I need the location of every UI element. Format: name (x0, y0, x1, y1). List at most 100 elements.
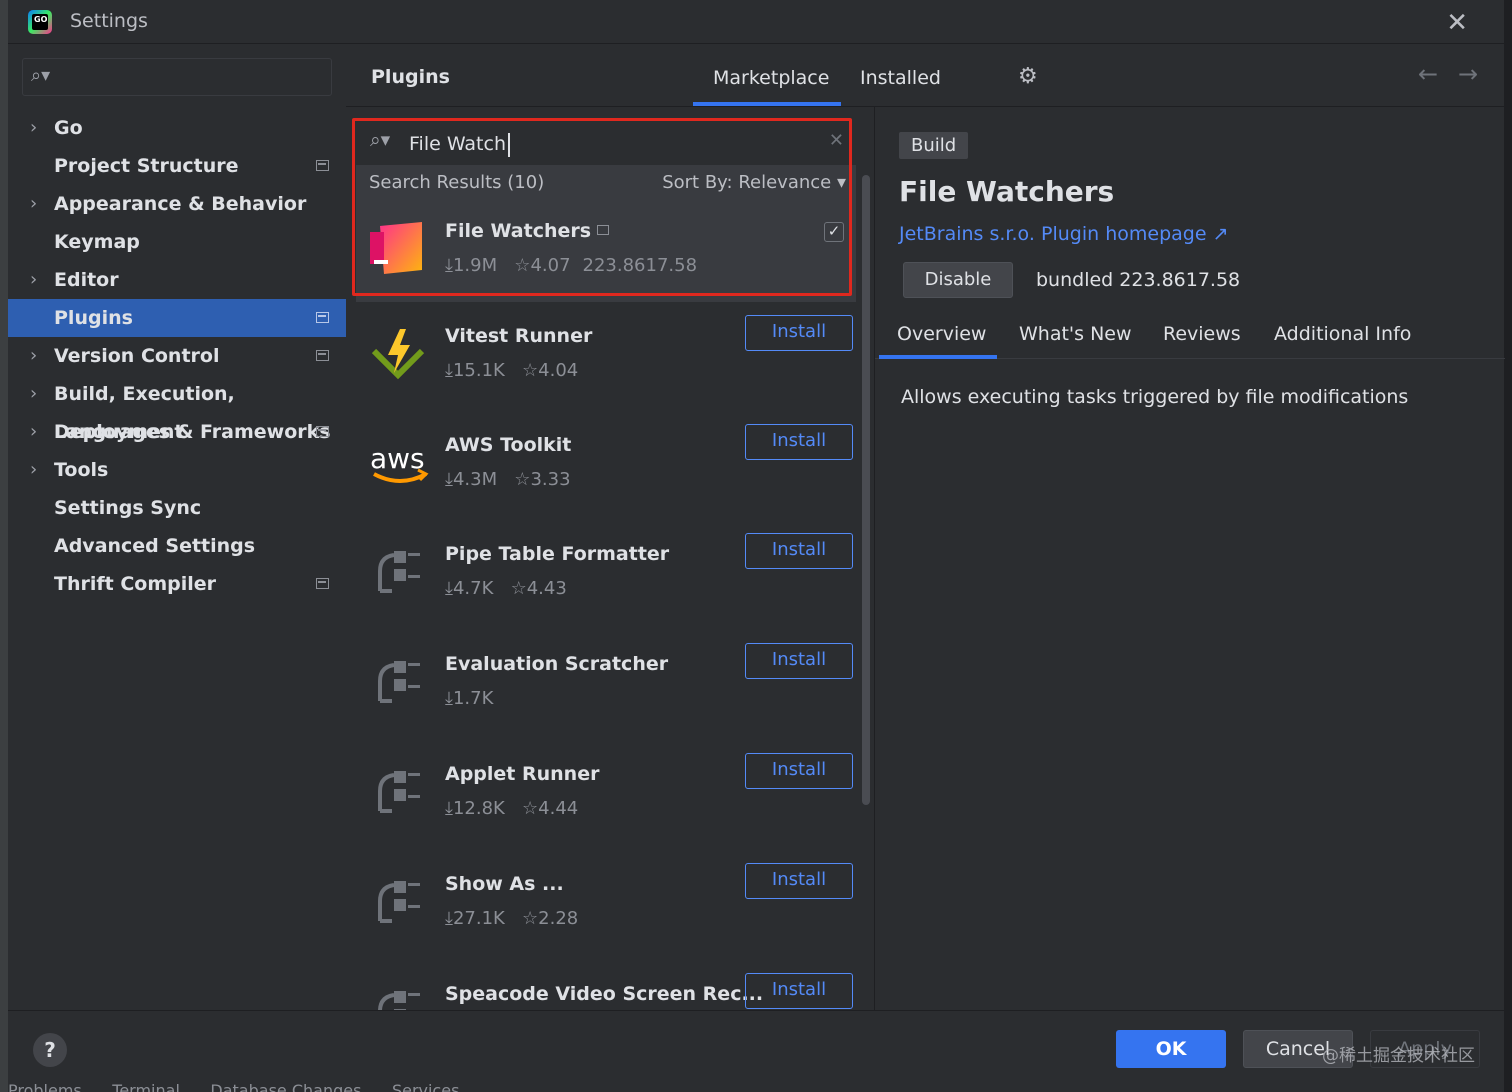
plugin-name-text: Evaluation Scratcher (445, 653, 669, 675)
rating-value: 4.43 (526, 578, 567, 599)
sidebar-item[interactable]: › Editor (8, 261, 346, 299)
settings-tree: › Go Project Structure › Appearance & Behavi… (8, 109, 346, 603)
settings-search-input[interactable]: ⌕▾ (22, 58, 332, 96)
install-button[interactable]: Install (745, 753, 853, 789)
star-icon: ☆ (497, 469, 531, 490)
plugin-list-item[interactable]: Pipe Table Formatter ⤓4.7K ☆4.43 Install (356, 525, 856, 625)
plugin-plug-icon (370, 983, 426, 1010)
gear-icon[interactable]: ⚙ (1018, 64, 1038, 89)
star-icon: ☆ (493, 578, 527, 599)
sidebar-item-label: Tools (54, 459, 109, 481)
plugin-list-item[interactable]: Applet Runner ⤓12.8K ☆4.44 Install (356, 745, 856, 845)
tab-whats-new[interactable]: What's New (1019, 323, 1132, 345)
sidebar-item[interactable]: Thrift Compiler (8, 565, 346, 603)
sidebar-item-label: Thrift Compiler (54, 573, 217, 595)
download-count-value: 1.7K (452, 688, 494, 709)
highlight-annotation-frame (352, 118, 852, 296)
tab-overview[interactable]: Overview (897, 323, 986, 345)
sidebar-item-label: Go (54, 117, 83, 139)
star-icon: ☆ (504, 360, 539, 381)
plugin-list-scrollbar[interactable] (862, 175, 870, 805)
download-count: ⤓15.1K (445, 360, 505, 381)
star-icon: ☆ (504, 908, 539, 929)
plugin-meta: ⤓27.1K ☆2.28 (445, 908, 578, 929)
download-count: ⤓4.3M (445, 469, 497, 490)
close-icon[interactable]: ✕ (1446, 8, 1468, 38)
sidebar-item[interactable]: Advanced Settings (8, 527, 346, 565)
install-button[interactable]: Install (745, 643, 853, 679)
plugin-name: Pipe Table Formatter (445, 543, 669, 565)
sidebar-item[interactable]: › Go (8, 109, 346, 147)
sidebar-item[interactable]: Settings Sync (8, 489, 346, 527)
tab-additional-info[interactable]: Additional Info (1274, 323, 1411, 345)
ok-button[interactable]: OK (1116, 1030, 1226, 1068)
plugin-meta: ⤓4.3M ☆3.33 (445, 469, 571, 490)
sidebar-item[interactable]: › Build, Execution, Deployment (8, 375, 346, 443)
sidebar-item[interactable]: › Appearance & Behavior (8, 185, 346, 223)
rating-value: 4.04 (538, 360, 579, 381)
install-button[interactable]: Install (745, 973, 853, 1009)
back-arrow-icon[interactable]: ← (1418, 60, 1438, 88)
plugin-list-item[interactable]: Speacode Video Screen Rec... Install (356, 965, 856, 1010)
tab-marketplace[interactable]: Marketplace (713, 67, 829, 89)
chevron-right-icon[interactable]: › (30, 451, 37, 489)
plugin-list-item[interactable]: aws AWS Toolkit ⤓4.3M ☆3.33 Install (356, 416, 856, 516)
plugins-header: Plugins Marketplace Installed ⚙ ← → (346, 44, 1504, 107)
detail-tabs: Overview What's New Reviews Additional I… (875, 315, 1505, 359)
rating-value: 2.28 (538, 908, 579, 929)
plugin-homepage-link[interactable]: Plugin homepage ↗ (1041, 223, 1228, 245)
chevron-right-icon[interactable]: › (30, 413, 37, 451)
download-count: ⤓27.1K (445, 908, 505, 929)
tab-marketplace-underline (693, 102, 841, 106)
sidebar-item[interactable]: › Version Control (8, 337, 346, 375)
plugin-list-item[interactable]: Vitest Runner ⤓15.1K ☆4.04 Install (356, 307, 856, 407)
install-button[interactable]: Install (745, 863, 853, 899)
sidebar-item[interactable]: Keymap (8, 223, 346, 261)
vendor-link[interactable]: JetBrains s.r.o. (899, 223, 1035, 245)
plugin-name: Speacode Video Screen Rec... (445, 983, 763, 1005)
rating: ☆2.28 (505, 908, 578, 929)
forward-arrow-icon[interactable]: → (1458, 60, 1478, 88)
settings-sidebar: ⌕▾ › Go Project Structure › Appearance & Beh… (8, 44, 346, 1010)
chevron-right-icon[interactable]: › (30, 261, 37, 299)
plugin-name-text: Vitest Runner (445, 325, 593, 347)
sidebar-item[interactable]: Plugins (8, 299, 346, 337)
plugin-meta: ⤓1.7K (445, 688, 493, 709)
chevron-right-icon[interactable]: › (30, 109, 37, 147)
sidebar-item[interactable]: › Languages & Frameworks (8, 413, 346, 451)
plugin-plug-icon (370, 543, 426, 599)
plugin-meta: ⤓15.1K ☆4.04 (445, 360, 578, 381)
chevron-right-icon[interactable]: › (30, 337, 37, 375)
sidebar-item[interactable]: › Tools (8, 451, 346, 489)
tab-installed[interactable]: Installed (860, 67, 941, 89)
watermark: @稀土掘金技术社区 (1322, 1046, 1475, 1066)
sidebar-item-label: Project Structure (54, 155, 239, 177)
title-bar: GO Settings ✕ (8, 0, 1504, 44)
chevron-right-icon[interactable]: › (30, 185, 37, 223)
plugin-plug-icon (370, 653, 426, 709)
sidebar-item-label: Version Control (54, 345, 220, 367)
sidebar-item-label: Settings Sync (54, 497, 202, 519)
tab-reviews[interactable]: Reviews (1163, 323, 1241, 345)
install-button[interactable]: Install (745, 533, 853, 569)
plugin-name: AWS Toolkit (445, 434, 571, 456)
install-button[interactable]: Install (745, 315, 853, 351)
disable-button[interactable]: Disable (903, 262, 1013, 298)
plugin-list-item[interactable]: Show As ... ⤓27.1K ☆2.28 Install (356, 855, 856, 955)
bundled-version: bundled 223.8617.58 (1036, 269, 1241, 291)
chevron-right-icon[interactable]: › (30, 375, 37, 413)
project-level-icon (316, 160, 329, 171)
help-button[interactable]: ? (33, 1033, 67, 1067)
sidebar-item-label: Editor (54, 269, 119, 291)
download-count-value: 4.3M (452, 469, 498, 490)
svg-text:aws: aws (370, 442, 425, 475)
plugin-list-item[interactable]: Evaluation Scratcher ⤓1.7K Install (356, 635, 856, 735)
aws-icon: aws (370, 434, 429, 490)
rating: ☆4.43 (493, 578, 567, 599)
category-tag[interactable]: Build (899, 132, 969, 159)
rating-value: 3.33 (530, 469, 571, 490)
rating: ☆4.04 (505, 360, 578, 381)
sidebar-item[interactable]: Project Structure (8, 147, 346, 185)
install-button[interactable]: Install (745, 424, 853, 460)
ide-status-bar: Problems Terminal Database Changes Servi… (8, 1081, 460, 1092)
